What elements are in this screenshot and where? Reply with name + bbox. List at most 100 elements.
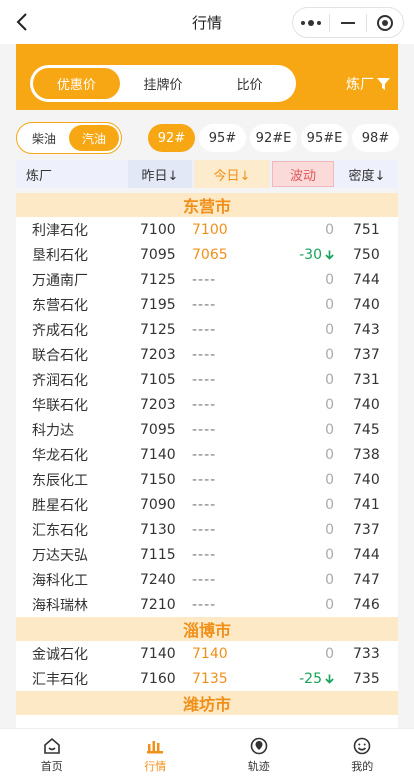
- profile-icon: [353, 737, 371, 755]
- refinery-filter-button[interactable]: 炼厂: [346, 74, 390, 94]
- table-row[interactable]: 汇丰石化 7160 7135 -25 735: [16, 666, 398, 691]
- arrow-down-icon: [325, 674, 334, 684]
- price-change: -30: [278, 242, 334, 267]
- table-row[interactable]: 齐润石化 7105 ---- 0 731: [16, 367, 398, 392]
- yesterday-price: 7240: [140, 571, 176, 588]
- grade-option[interactable]: 98#: [352, 124, 399, 152]
- today-price: ----: [192, 271, 217, 288]
- price-change: 0: [278, 592, 334, 617]
- table-row[interactable]: 华龙石化 7140 ---- 0 738: [16, 442, 398, 467]
- tab-label: 行情: [144, 760, 167, 773]
- home-icon: [43, 737, 60, 754]
- density-value: 733: [353, 645, 380, 662]
- price-change: 0: [278, 267, 334, 292]
- refinery-name: 汇东石化: [32, 522, 88, 539]
- table-row[interactable]: 海科化工 7240 ---- 0 747: [16, 567, 398, 592]
- track-icon: [250, 737, 268, 755]
- density-value: 751: [353, 221, 380, 238]
- density-value: 740: [353, 471, 380, 488]
- today-price: ----: [192, 521, 217, 538]
- sort-today-button[interactable]: 今日↓: [194, 160, 270, 188]
- price-change: 0: [278, 367, 334, 392]
- today-price: ----: [192, 321, 217, 338]
- table-row[interactable]: 齐成石化 7125 ---- 0 743: [16, 317, 398, 342]
- density-value: 731: [353, 371, 380, 388]
- table-row[interactable]: 东辰化工 7150 ---- 0 740: [16, 467, 398, 492]
- refinery-name: 垦利石化: [32, 247, 88, 264]
- price-table[interactable]: 东营市 利津石化 7100 7100 0 751 垦利石化 7095 7065 -30 750 万通南…: [16, 193, 398, 728]
- yesterday-price: 7210: [140, 596, 176, 613]
- table-row[interactable]: 胜星石化 7090 ---- 0 741: [16, 492, 398, 517]
- table-row[interactable]: 科力达 7095 ---- 0 745: [16, 417, 398, 442]
- price-change: 0: [278, 492, 334, 517]
- city-header: 淄博市: [16, 617, 398, 641]
- price-change: 0: [278, 567, 334, 592]
- close-program-button[interactable]: [367, 8, 403, 37]
- price-type-option[interactable]: 优惠价: [33, 68, 120, 99]
- more-button[interactable]: [293, 8, 329, 37]
- table-row[interactable]: 海科瑞林 7210 ---- 0 746: [16, 592, 398, 617]
- refinery-name: 万通南厂: [32, 272, 88, 289]
- price-change: 0: [278, 417, 334, 442]
- table-row[interactable]: 华联石化 7203 ---- 0 740: [16, 392, 398, 417]
- refinery-name: 金诚石化: [32, 646, 88, 663]
- tab-item[interactable]: 行情: [104, 729, 208, 780]
- col-refinery: 炼厂: [26, 168, 53, 184]
- price-change-value: 0: [325, 446, 334, 463]
- today-price: ----: [192, 421, 217, 438]
- target-icon: [376, 14, 393, 31]
- yesterday-price: 7195: [140, 296, 176, 313]
- table-row[interactable]: 联合石化 7203 ---- 0 737: [16, 342, 398, 367]
- fuel-type-option[interactable]: 柴油: [19, 125, 69, 151]
- sort-change-button[interactable]: 波动: [272, 161, 334, 187]
- table-row[interactable]: 万达天弘 7115 ---- 0 744: [16, 542, 398, 567]
- today-price: ----: [192, 371, 217, 388]
- yesterday-price: 7100: [140, 221, 176, 238]
- table-header: 炼厂 昨日↓ 今日↓ 波动 密度↓: [16, 160, 398, 188]
- price-change-value: 0: [325, 645, 334, 662]
- refinery-name: 海科瑞林: [32, 597, 88, 614]
- refinery-name: 东辰化工: [32, 472, 88, 489]
- table-row[interactable]: 利津石化 7100 7100 0 751: [16, 217, 398, 242]
- table-row[interactable]: 金诚石化 7140 7140 0 733: [16, 641, 398, 666]
- minimize-button[interactable]: [330, 8, 366, 37]
- density-value: 743: [353, 321, 380, 338]
- refinery-name: 东营石化: [32, 297, 88, 314]
- price-change: 0: [278, 542, 334, 567]
- today-price: ----: [192, 446, 217, 463]
- price-type-banner: 优惠价 挂牌价 比价 炼厂: [16, 44, 398, 110]
- tab-item[interactable]: 首页: [0, 729, 104, 780]
- tab-item[interactable]: 我的: [311, 729, 414, 780]
- tab-item[interactable]: 轨迹: [207, 729, 311, 780]
- price-type-option[interactable]: 比价: [206, 68, 293, 99]
- price-change-value: 0: [325, 371, 334, 388]
- today-price: 7100: [192, 221, 228, 238]
- density-value: 750: [353, 246, 380, 263]
- tab-label: 首页: [40, 760, 63, 773]
- table-row[interactable]: 垦利石化 7095 7065 -30 750: [16, 242, 398, 267]
- grade-option[interactable]: 92#E: [250, 124, 297, 152]
- grade-option[interactable]: 95#E: [301, 124, 348, 152]
- sort-density-button[interactable]: 密度↓: [338, 160, 396, 188]
- fuel-type-toggle: 柴油 汽油: [16, 122, 122, 154]
- table-row[interactable]: 汇东石化 7130 ---- 0 737: [16, 517, 398, 542]
- price-type-option[interactable]: 挂牌价: [120, 68, 207, 99]
- price-change-value: 0: [325, 421, 334, 438]
- density-value: 740: [353, 396, 380, 413]
- sort-yesterday-button[interactable]: 昨日↓: [128, 160, 192, 188]
- price-change-value: 0: [325, 346, 334, 363]
- refinery-name: 华龙石化: [32, 447, 88, 464]
- density-value: 737: [353, 521, 380, 538]
- density-value: 746: [353, 596, 380, 613]
- grade-option[interactable]: 95#: [199, 124, 246, 152]
- table-row[interactable]: 东营石化 7195 ---- 0 740: [16, 292, 398, 317]
- refinery-name: 海科化工: [32, 572, 88, 589]
- city-header: 潍坊市: [16, 691, 398, 715]
- table-row[interactable]: 万通南厂 7125 ---- 0 744: [16, 267, 398, 292]
- today-price: ----: [192, 471, 217, 488]
- price-change: 0: [278, 641, 334, 666]
- grade-option[interactable]: 92#: [148, 124, 195, 152]
- today-price: ----: [192, 596, 217, 613]
- density-value: 741: [353, 496, 380, 513]
- fuel-type-option[interactable]: 汽油: [69, 125, 119, 151]
